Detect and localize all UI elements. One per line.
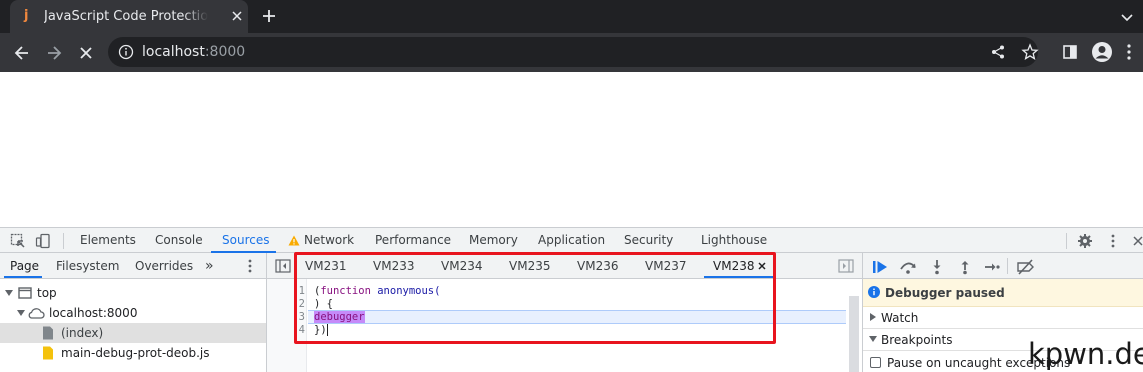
page-viewport — [0, 72, 1143, 227]
tab-title: JavaScript Code Protection — [44, 9, 208, 24]
watermark-text: kpwn.de — [1028, 337, 1143, 371]
step-into-icon[interactable] — [929, 259, 945, 275]
expand-triangle-icon[interactable] — [5, 289, 13, 297]
toolbar-divider — [1007, 258, 1008, 274]
device-toolbar-icon[interactable] — [35, 233, 51, 249]
tab-lighthouse[interactable]: Lighthouse — [701, 228, 767, 253]
toolbar-divider — [63, 233, 64, 249]
chevron-down-icon[interactable] — [1118, 8, 1136, 26]
tab-console[interactable]: Console — [155, 228, 203, 253]
tab-filesystem[interactable]: Filesystem — [56, 253, 119, 279]
back-arrow-icon[interactable] — [12, 43, 32, 63]
share-icon[interactable] — [990, 44, 1006, 60]
address-bar[interactable]: localhost:8000 — [108, 37, 1039, 67]
gear-icon[interactable] — [1077, 233, 1093, 249]
deactivate-breakpoints-icon[interactable] — [1016, 259, 1036, 275]
tree-item-script[interactable]: main-debug-prot-deob.js — [0, 343, 266, 363]
step-icon[interactable] — [984, 259, 1000, 275]
cloud-icon — [27, 306, 45, 320]
step-out-icon[interactable] — [957, 259, 973, 275]
menu-kebab-icon[interactable] — [1124, 43, 1134, 61]
tab-network[interactable]: Network — [304, 228, 354, 253]
more-options-icon[interactable] — [1109, 233, 1117, 249]
inspect-element-icon[interactable] — [10, 233, 26, 249]
tab-memory[interactable]: Memory — [469, 228, 518, 253]
forward-arrow-icon[interactable] — [44, 43, 64, 63]
tab-overrides[interactable]: Overrides — [135, 253, 193, 279]
url-text: localhost:8000 — [142, 43, 245, 61]
step-over-icon[interactable] — [899, 259, 917, 275]
tab-performance[interactable]: Performance — [375, 228, 451, 253]
url-host: localhost — [142, 44, 205, 60]
breakpoints-label: Breakpoints — [881, 333, 953, 347]
watch-label: Watch — [881, 311, 919, 325]
url-port: :8000 — [204, 44, 246, 60]
annotation-highlight-box — [294, 252, 776, 344]
info-icon — [868, 286, 880, 298]
tree-label-top: top — [37, 286, 57, 300]
paused-label: Debugger paused — [885, 286, 1005, 300]
browser-toolbar: localhost:8000 — [0, 33, 1143, 72]
watch-section-header[interactable]: Watch — [863, 307, 1143, 329]
new-tab-icon[interactable] — [260, 7, 278, 25]
toggle-debugger-icon[interactable] — [838, 259, 854, 273]
tree-item-index[interactable]: (index) — [0, 323, 266, 343]
navigator-tabs: Page Filesystem Overrides » — [0, 253, 266, 279]
tree-label-script: main-debug-prot-deob.js — [61, 346, 210, 360]
resume-icon[interactable] — [872, 259, 888, 275]
tree-label-host: localhost:8000 — [49, 306, 138, 320]
editor-scrollbar[interactable] — [849, 296, 859, 372]
expanded-triangle-icon — [869, 335, 877, 343]
debugger-toolbar — [863, 253, 1143, 279]
browser-tab[interactable]: j JavaScript Code Protection — [10, 0, 248, 33]
devtools-panel-tabs: Elements Console Sources Network Perform… — [0, 227, 1143, 253]
document-file-icon — [42, 326, 54, 340]
browser-tab-strip: j JavaScript Code Protection — [0, 0, 1143, 33]
toolbar-divider — [1066, 233, 1067, 249]
toggle-navigator-icon[interactable] — [275, 259, 291, 273]
tab-sources[interactable]: Sources — [222, 228, 269, 253]
side-panel-icon[interactable] — [1062, 44, 1078, 60]
tree-item-host[interactable]: localhost:8000 — [0, 303, 266, 323]
sources-navigator: Page Filesystem Overrides » top localhos… — [0, 253, 267, 372]
navigator-menu-icon[interactable] — [246, 258, 254, 274]
script-file-icon — [42, 346, 54, 360]
tab-application[interactable]: Application — [538, 228, 605, 253]
pause-uncaught-checkbox[interactable] — [870, 357, 881, 368]
favicon-icon: j — [24, 8, 29, 23]
more-tabs-button[interactable]: » — [205, 253, 214, 279]
expand-triangle-icon[interactable] — [17, 309, 25, 317]
info-icon[interactable] — [118, 44, 134, 60]
debugger-paused-banner: Debugger paused — [863, 279, 1143, 307]
warning-icon — [288, 235, 300, 246]
frame-icon — [18, 286, 32, 300]
active-tab-indicator — [4, 276, 42, 278]
tree-label-index: (index) — [61, 326, 104, 340]
stop-loading-icon[interactable] — [76, 43, 96, 63]
star-icon[interactable] — [1021, 43, 1039, 61]
tab-security[interactable]: Security — [624, 228, 673, 253]
profile-avatar-icon[interactable] — [1091, 41, 1113, 63]
collapsed-triangle-icon — [869, 313, 877, 321]
close-tab-icon[interactable] — [228, 7, 246, 25]
close-devtools-icon[interactable] — [1132, 234, 1143, 248]
tree-item-top[interactable]: top — [0, 283, 266, 303]
tab-elements[interactable]: Elements — [80, 228, 136, 253]
